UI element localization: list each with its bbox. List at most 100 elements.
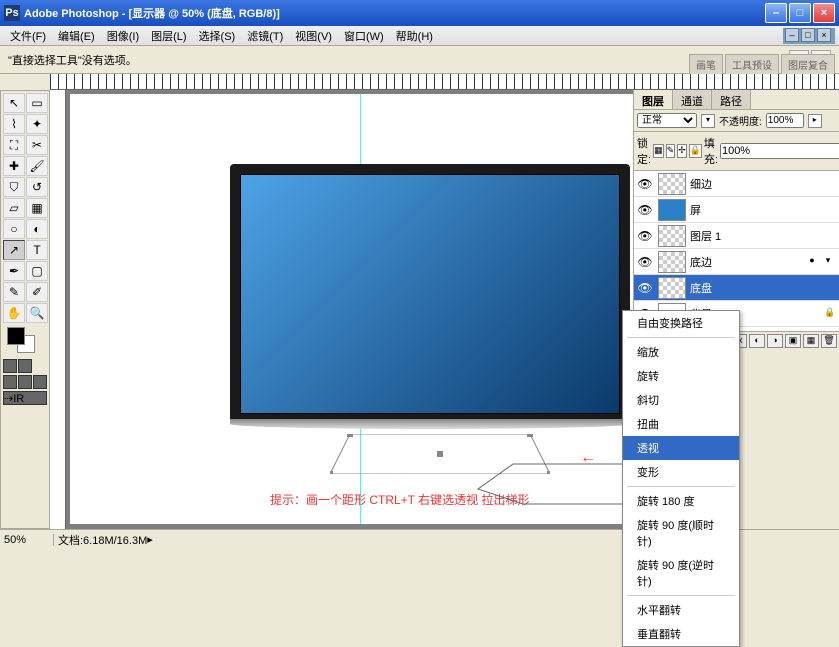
layer-row[interactable]: 👁 细边: [634, 171, 839, 197]
layer-row[interactable]: 👁屏: [634, 197, 839, 223]
ctx-item[interactable]: 水平翻转: [623, 598, 739, 622]
ctx-item[interactable]: 缩放: [623, 340, 739, 364]
layer-thumbnail[interactable]: [658, 199, 686, 221]
lock-image-icon[interactable]: ✎: [666, 144, 676, 158]
doc-minimize[interactable]: –: [785, 28, 799, 42]
shape-tool[interactable]: ▢: [26, 261, 48, 281]
tab-paths[interactable]: 路径: [712, 90, 751, 109]
tab-layers[interactable]: 图层: [634, 90, 673, 109]
zoom-tool[interactable]: 🔍: [26, 303, 48, 323]
ruler-horizontal[interactable]: [50, 74, 839, 90]
menu-view[interactable]: 视图(V): [289, 26, 338, 46]
ctx-item[interactable]: 旋转 90 度(顺时针): [623, 513, 739, 553]
path-select-tool[interactable]: ↗: [3, 240, 25, 260]
menu-image[interactable]: 图像(I): [101, 26, 145, 46]
menu-file[interactable]: 文件(F): [4, 26, 52, 46]
menu-window[interactable]: 窗口(W): [338, 26, 390, 46]
visibility-icon[interactable]: 👁: [636, 279, 654, 297]
ctx-title[interactable]: 自由变换路径: [623, 311, 739, 335]
layer-thumbnail[interactable]: [658, 173, 686, 195]
move-tool[interactable]: ↖: [3, 93, 25, 113]
layer-name[interactable]: 细边: [690, 176, 837, 192]
visibility-icon[interactable]: 👁: [636, 175, 654, 193]
doc-restore[interactable]: □: [801, 28, 815, 42]
menu-edit[interactable]: 编辑(E): [52, 26, 101, 46]
edit-imageready[interactable]: ⇢IR: [3, 391, 47, 405]
layer-row[interactable]: 👁 图层 1: [634, 223, 839, 249]
status-dropdown-icon[interactable]: ▸: [147, 533, 153, 546]
quickmask-off[interactable]: [3, 359, 17, 373]
layer-new-button[interactable]: ▦: [803, 334, 819, 348]
menu-layer[interactable]: 图层(L): [145, 26, 192, 46]
lock-all-icon[interactable]: 🔒: [689, 144, 702, 158]
visibility-icon[interactable]: 👁: [636, 227, 654, 245]
ctx-item[interactable]: 扭曲: [623, 412, 739, 436]
opacity-dropdown-icon[interactable]: ▸: [808, 114, 822, 128]
layer-name[interactable]: 屏: [690, 202, 837, 218]
history-brush[interactable]: ↺: [26, 177, 48, 197]
layer-folder-button[interactable]: ▣: [785, 334, 801, 348]
layer-effects-toggle[interactable]: ▾: [821, 255, 835, 269]
screenmode-fullmenu[interactable]: [33, 375, 47, 389]
fill-input[interactable]: [720, 143, 839, 159]
minimize-button[interactable]: –: [765, 3, 787, 23]
notes-tool[interactable]: ✎: [3, 282, 25, 302]
layer-row[interactable]: 👁 底边●▾: [634, 249, 839, 275]
heal-tool[interactable]: ✚: [3, 156, 25, 176]
layer-thumbnail[interactable]: [658, 251, 686, 273]
layer-effects-icon[interactable]: ●: [805, 255, 819, 269]
ctx-item[interactable]: 变形: [623, 460, 739, 484]
screenmode-standard[interactable]: [3, 375, 17, 389]
brush-tool[interactable]: 🖌: [26, 156, 48, 176]
marquee-tool[interactable]: ▭: [26, 93, 48, 113]
lock-position-icon[interactable]: ✢: [677, 144, 687, 158]
eraser-tool[interactable]: ▱: [3, 198, 25, 218]
layer-name[interactable]: 底边: [690, 254, 805, 270]
visibility-icon[interactable]: 👁: [636, 201, 654, 219]
quickmask-on[interactable]: [18, 359, 32, 373]
opacity-input[interactable]: [766, 113, 804, 128]
ctx-item[interactable]: 旋转 180 度: [623, 489, 739, 513]
ctx-item[interactable]: 旋转: [623, 364, 739, 388]
foreground-color[interactable]: [7, 327, 25, 345]
slice-tool[interactable]: ✂: [26, 135, 48, 155]
maximize-button[interactable]: □: [789, 3, 811, 23]
tab-toolpresets[interactable]: 工具预设: [725, 54, 779, 75]
ctx-item[interactable]: 斜切: [623, 388, 739, 412]
layer-row[interactable]: 👁 底盘: [634, 275, 839, 301]
hand-tool[interactable]: ✋: [3, 303, 25, 323]
ctx-item[interactable]: 透视: [623, 436, 739, 460]
eyedropper-tool[interactable]: ✐: [26, 282, 48, 302]
doc-close[interactable]: ×: [817, 28, 831, 42]
type-tool[interactable]: T: [26, 240, 48, 260]
color-swatches[interactable]: [3, 327, 47, 357]
blend-mode-select[interactable]: 正常: [637, 113, 697, 128]
wand-tool[interactable]: ✦: [26, 114, 48, 134]
doc-size-display[interactable]: 文档:6.18M/16.3M: [54, 532, 147, 548]
menu-help[interactable]: 帮助(H): [390, 26, 439, 46]
screenmode-full[interactable]: [18, 375, 32, 389]
stamp-tool[interactable]: ⛉: [3, 177, 25, 197]
gradient-tool[interactable]: ▦: [26, 198, 48, 218]
layer-thumbnail[interactable]: [658, 225, 686, 247]
zoom-display[interactable]: 50%: [4, 534, 54, 546]
close-button[interactable]: ×: [813, 3, 835, 23]
dodge-tool[interactable]: ◐: [26, 219, 48, 239]
lock-transparent-icon[interactable]: ▦: [653, 144, 664, 158]
ruler-vertical[interactable]: [50, 90, 66, 529]
tab-layercomps[interactable]: 图层复合: [781, 54, 835, 75]
ctx-item[interactable]: 旋转 90 度(逆时针): [623, 553, 739, 593]
ctx-item[interactable]: 垂直翻转: [623, 622, 739, 646]
menu-filter[interactable]: 滤镜(T): [241, 26, 289, 46]
layer-name[interactable]: 底盘: [690, 280, 837, 296]
blur-tool[interactable]: ○: [3, 219, 25, 239]
lasso-tool[interactable]: ⌇: [3, 114, 25, 134]
crop-tool[interactable]: ⛶: [3, 135, 25, 155]
pen-tool[interactable]: ✒: [3, 261, 25, 281]
menu-select[interactable]: 选择(S): [193, 26, 242, 46]
layer-adjust-button[interactable]: ◑: [767, 334, 783, 348]
layer-delete-button[interactable]: 🗑: [821, 334, 837, 348]
visibility-icon[interactable]: 👁: [636, 253, 654, 271]
blend-dropdown-icon[interactable]: ▾: [701, 114, 715, 128]
layer-name[interactable]: 图层 1: [690, 228, 837, 244]
